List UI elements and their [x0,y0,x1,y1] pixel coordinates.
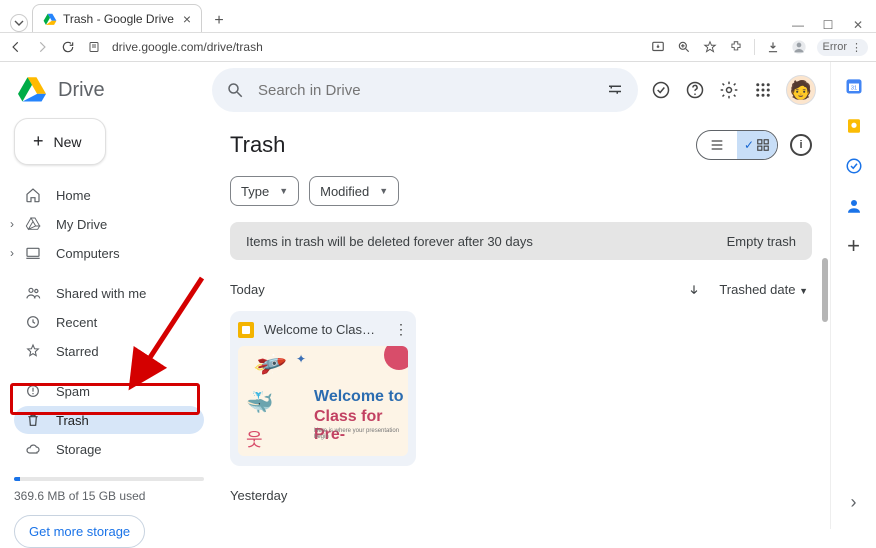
file-thumbnail: 🚀 ✦ 🐳 웃 Welcome to Class for Pre- Here i… [238,346,408,456]
star-icon [24,342,42,360]
sort-control[interactable]: Trashed date ▼ [687,282,808,297]
topbar: 🧑 [212,68,830,112]
offline-icon[interactable] [650,79,672,101]
nav-mydrive[interactable]: My Drive [14,210,204,238]
details-icon[interactable]: i [790,134,812,156]
new-button-label: New [54,134,82,150]
minimize-button[interactable]: — [790,18,806,32]
site-info-icon[interactable] [86,39,102,55]
home-icon [24,186,42,204]
nav-spam[interactable]: Spam [14,377,204,405]
trash-notice: Items in trash will be deleted forever a… [230,222,812,260]
brand[interactable]: Drive [16,76,204,104]
addons-icon[interactable]: + [844,236,864,256]
page-title: Trash [230,132,285,158]
install-icon[interactable] [650,39,666,55]
search-options-icon[interactable] [606,81,624,99]
file-more-icon[interactable]: ⋮ [394,321,408,338]
sort-direction-icon [687,283,701,297]
apps-icon[interactable] [752,79,774,101]
nav-shared[interactable]: Shared with me [14,279,204,307]
download-icon[interactable] [765,39,781,55]
view-toggle: ✓ [696,130,778,160]
search-icon [226,81,244,99]
nav-starred[interactable]: Starred [14,337,204,365]
browser-tab[interactable]: Trash - Google Drive × [32,4,202,32]
filter-type[interactable]: Type▼ [230,176,299,206]
brand-name: Drive [58,79,105,102]
sidebar: Drive + New Home My Drive Computers Shar… [0,62,212,529]
section-yesterday: Yesterday [212,466,830,503]
nav-home[interactable]: Home [14,181,204,209]
zoom-icon[interactable] [676,39,692,55]
account-avatar[interactable]: 🧑 [786,75,816,105]
side-panel: 31 + › [830,62,876,529]
spam-icon [24,382,42,400]
search-input[interactable] [258,82,592,99]
drive-favicon-icon [43,12,57,26]
calendar-icon[interactable]: 31 [844,76,864,96]
new-tab-button[interactable]: + [208,10,230,32]
search-box[interactable] [212,68,638,112]
content: 🧑 Trash ✓ i Type▼ Modified▼ Items in tra… [212,62,830,529]
file-card[interactable]: Welcome to Clas… ⋮ 🚀 ✦ 🐳 웃 Welcome to Cl… [230,311,416,466]
clock-icon [24,313,42,331]
nav-trash[interactable]: Trash [14,406,204,434]
drive-logo-icon [16,76,48,104]
nav-storage[interactable]: Storage [14,435,204,463]
reload-button[interactable] [60,39,76,55]
url-text[interactable]: drive.google.com/drive/trash [112,40,263,54]
panel-collapse-icon[interactable]: › [851,492,857,513]
notice-text: Items in trash will be deleted forever a… [246,234,533,249]
view-list-button[interactable] [697,131,737,159]
nav-forward-button[interactable] [34,39,50,55]
help-icon[interactable] [684,79,706,101]
people-icon [24,284,42,302]
window-controls: — ☐ ✕ [790,14,876,32]
error-chip[interactable]: Error ⋮ [817,39,868,56]
trash-icon [24,411,42,429]
slides-icon [238,322,254,338]
scroll-thumb[interactable] [822,258,828,322]
address-bar: drive.google.com/drive/trash Error ⋮ [0,32,876,62]
file-title: Welcome to Clas… [264,322,375,337]
tab-close-icon[interactable]: × [183,11,191,27]
settings-icon[interactable] [718,79,740,101]
close-window-button[interactable]: ✕ [850,18,866,32]
extensions-icon[interactable] [728,39,744,55]
new-button[interactable]: + New [14,118,106,165]
tasks-icon[interactable] [844,156,864,176]
chevron-down-icon: ▼ [799,286,808,296]
tab-search-button[interactable] [10,14,28,32]
nav-back-button[interactable] [8,39,24,55]
computer-icon [24,244,42,262]
menu-dots-icon: ⋮ [851,41,862,54]
nav: Home My Drive Computers Shared with me R… [14,181,204,463]
chevron-down-icon: ▼ [379,186,388,196]
section-today: Today [230,282,265,297]
cloud-icon [24,440,42,458]
tab-title: Trash - Google Drive [63,12,174,26]
maximize-button[interactable]: ☐ [820,18,836,32]
drive-icon [24,215,42,233]
keep-icon[interactable] [844,116,864,136]
browser-titlebar: Trash - Google Drive × + — ☐ ✕ [0,0,876,32]
contacts-icon[interactable] [844,196,864,216]
svg-text:31: 31 [850,85,856,91]
profile-icon[interactable] [791,39,807,55]
chevron-down-icon: ▼ [279,186,288,196]
storage-text: 369.6 MB of 15 GB used [14,489,204,503]
bookmark-icon[interactable] [702,39,718,55]
storage-bar [14,477,204,481]
nav-recent[interactable]: Recent [14,308,204,336]
filter-modified[interactable]: Modified▼ [309,176,399,206]
nav-computers[interactable]: Computers [14,239,204,267]
get-storage-button[interactable]: Get more storage [14,515,145,548]
storage-block: 369.6 MB of 15 GB used Get more storage [14,477,204,548]
tab-strip: Trash - Google Drive × + [0,0,230,32]
view-grid-button[interactable]: ✓ [737,131,777,159]
plus-icon: + [33,131,44,152]
empty-trash-button[interactable]: Empty trash [727,234,796,249]
